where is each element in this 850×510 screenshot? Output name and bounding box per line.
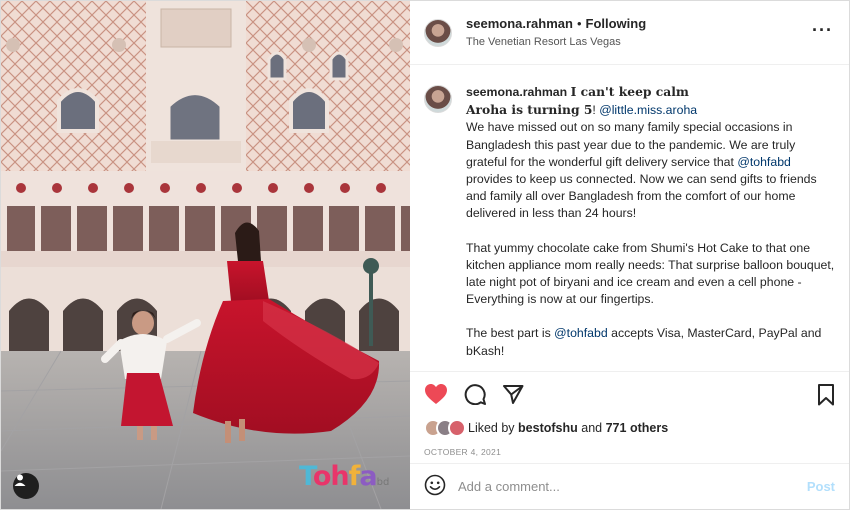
emoji-icon[interactable] xyxy=(424,474,446,499)
comment-box: Post xyxy=(410,463,849,509)
caption-paragraph-2: That yummy chocolate cake from Shumi's H… xyxy=(466,240,835,307)
caption-paragraph-3a: The best part is xyxy=(466,326,555,341)
bookmark-glyph xyxy=(818,384,834,406)
liker-avatars[interactable] xyxy=(424,419,466,437)
post-date[interactable]: OCTOBER 4, 2021 xyxy=(410,441,849,463)
user-tag-icon[interactable] xyxy=(13,473,39,499)
comment-input[interactable] xyxy=(458,479,807,494)
caption-headline: I can't keep calm xyxy=(570,84,689,99)
comment-glyph xyxy=(464,383,486,405)
follow-status-button[interactable]: Following xyxy=(586,16,647,31)
mention-link[interactable]: @tohfabd xyxy=(554,326,608,340)
liker-avatar xyxy=(448,419,466,437)
mention-link[interactable]: @tohfabd xyxy=(737,155,791,169)
caption-subheadline: Aroha is turning 5 xyxy=(466,102,593,118)
author-info: seemona.rahman • Following The Venetian Re… xyxy=(466,15,646,51)
action-bar xyxy=(410,371,849,415)
instagram-post: Tohfabd seemona.rahman • Following The Ven… xyxy=(0,0,850,510)
post-location[interactable]: The Venetian Resort Las Vegas xyxy=(466,34,646,51)
caption-body: seemona.rahman I can't keep calm Aroha i… xyxy=(466,83,835,371)
author-username[interactable]: seemona.rahman xyxy=(466,16,573,31)
photo-scene xyxy=(1,1,410,509)
caption-username[interactable]: seemona.rahman xyxy=(466,85,567,99)
post-side-panel: seemona.rahman • Following The Venetian Re… xyxy=(410,1,849,509)
share-glyph xyxy=(503,384,524,404)
heart-filled-icon[interactable] xyxy=(424,383,448,405)
share-icon[interactable] xyxy=(502,383,524,405)
post-photo[interactable]: Tohfabd xyxy=(1,1,410,509)
author-avatar[interactable] xyxy=(424,18,452,47)
caption-paragraph-1b: provides to keep us connected. Now we ca… xyxy=(466,172,817,221)
caption-avatar[interactable] xyxy=(424,85,452,113)
more-options-icon[interactable]: ··· xyxy=(812,21,833,39)
mention-link[interactable]: @little.miss.aroha xyxy=(599,103,697,117)
header-separator: • xyxy=(576,15,582,31)
heart-glyph xyxy=(425,383,447,404)
likes-row: Liked by bestofshu and 771 others xyxy=(410,415,849,441)
likes-conjunction: and xyxy=(581,421,603,435)
bookmark-icon[interactable] xyxy=(817,384,835,409)
post-caption: seemona.rahman I can't keep calm Aroha i… xyxy=(410,65,849,371)
likes-prefix: Liked by xyxy=(468,421,515,435)
tohfa-watermark-logo: Tohfabd xyxy=(299,461,390,492)
user-tag-glyph xyxy=(14,474,26,486)
comment-icon[interactable] xyxy=(464,383,486,405)
emoji-glyph xyxy=(424,474,446,496)
post-header: seemona.rahman • Following The Venetian Re… xyxy=(410,1,849,65)
post-comment-button[interactable]: Post xyxy=(807,479,835,494)
likes-user[interactable]: bestofshu xyxy=(518,421,578,435)
likes-count[interactable]: 771 others xyxy=(606,421,669,435)
